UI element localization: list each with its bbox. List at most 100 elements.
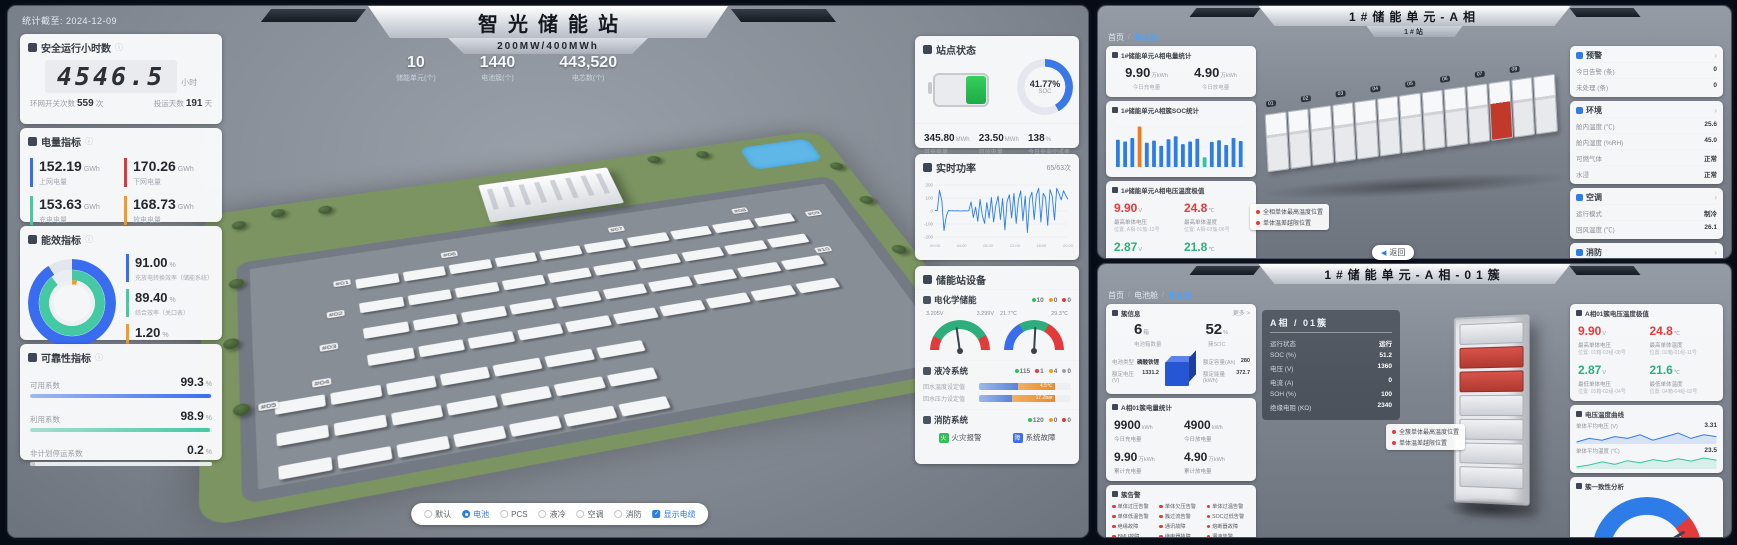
info-row-value: 45.0 xyxy=(1704,137,1717,147)
quad-location: 位置: 04箱-04组-02号 xyxy=(1650,388,1716,395)
cluster-big-values: 6箱电池箱数量52%簇SOC xyxy=(1112,318,1250,349)
metric-unit: GWh xyxy=(178,166,194,173)
battery-gauges: 3.205V 3.299V 21.7℃ 29.3℃ xyxy=(923,308,1071,357)
panel-icon xyxy=(1576,107,1583,114)
energy-value: 9900kWh今日充电量 xyxy=(1114,416,1178,443)
metric: 89.40%综合效率（关口表） xyxy=(126,289,213,317)
quad-label: 今日放电量 xyxy=(1184,435,1248,443)
title-wing-left xyxy=(261,9,366,22)
view-option-默认[interactable]: 默认 xyxy=(424,509,451,520)
info-icon[interactable]: ⓘ xyxy=(95,352,103,363)
info-row: 可燃气体正常 xyxy=(1576,149,1717,165)
container-segment xyxy=(1399,93,1423,154)
info-card-header[interactable]: 空调› xyxy=(1576,191,1717,204)
info-row-value: 25.6 xyxy=(1704,121,1717,131)
view-option-液冷[interactable]: 液冷 xyxy=(539,509,566,520)
metric-label: 充放电转换效率（储能系统） xyxy=(135,273,213,282)
view-option-消防[interactable]: 消防 xyxy=(615,509,642,520)
info-icon[interactable]: ⓘ xyxy=(85,234,93,245)
breadcrumb-item[interactable]: 首页 xyxy=(1108,32,1124,43)
dot-count: 0 xyxy=(1054,297,1058,304)
view-option-空调[interactable]: 空调 xyxy=(577,509,604,520)
cooling-icon xyxy=(923,367,931,375)
quad-value: 21.8 xyxy=(1184,240,1207,254)
curve-value: 3.31 xyxy=(1704,422,1717,430)
container-row-3d[interactable]: 0102030405060708 xyxy=(1264,86,1560,187)
legend-dot-icon xyxy=(1392,441,1396,445)
unit-info-cards: 预警›今日告警 (条)0未处理 (条)0环境›舱内温度 (℃)25.6舱内湿度 … xyxy=(1570,46,1723,258)
cluster-curves: 单体平均电压 (V)3.31单体平均温度 (℃)23.5 xyxy=(1576,422,1717,469)
show-cables-toggle[interactable]: ✓ 显示电缆 xyxy=(653,509,696,520)
alarm-item: 通讯故障 xyxy=(1159,523,1202,530)
unit-soc-title: 1#储能单元A相簇SOC统计 xyxy=(1121,105,1199,115)
radio-icon xyxy=(539,510,547,518)
alarm-dot-icon xyxy=(1112,525,1116,529)
title-wing-left xyxy=(1189,8,1260,17)
alarm-dot-icon xyxy=(1112,515,1116,519)
chart-icon xyxy=(1112,404,1118,410)
info-row: 今日告警 (条)0 xyxy=(1576,62,1717,78)
alarm-dot-icon xyxy=(1207,505,1211,509)
station-devices-card: 储能站设备 电化学储能 1000 3.205V 3.299V xyxy=(915,266,1079,464)
cluster-summary-title: A相 / 01簇 xyxy=(1270,316,1392,333)
metric-unit: % xyxy=(162,332,168,339)
view-option-PCS[interactable]: PCS xyxy=(500,509,527,520)
quad-label: 最低单体温度 xyxy=(1184,257,1248,258)
quad-unit: V xyxy=(1138,208,1142,214)
more-link[interactable]: 更多 > xyxy=(1233,308,1250,317)
status-dot: 0 xyxy=(1062,417,1071,424)
reliability-row: 非计划停运系数0.2 % xyxy=(30,441,212,466)
info-card: 消防›火灾报警正常系统故障正常控制模式自动 xyxy=(1570,243,1723,258)
energy-metrics-card: 电量指标 ⓘ 152.19GWh上网电量170.26GWh下网电量153.63G… xyxy=(20,128,222,222)
spec-row: 额定电压(V)1331.2 xyxy=(1112,370,1159,384)
reliability-label: 非计划停运系数 xyxy=(30,448,83,459)
alarm-dot-icon xyxy=(1159,525,1163,529)
view-option-电池[interactable]: 电池 xyxy=(462,509,489,520)
metric-label: 下网电量 xyxy=(133,177,212,187)
info-icon[interactable]: ⓘ xyxy=(85,136,93,147)
station-overview-panel: #01#02#03#04#05#06#07#08#09#10 智光储能站 200… xyxy=(8,6,1088,537)
dot-count: 10 xyxy=(1037,297,1044,304)
site-metric-unit: % xyxy=(1046,137,1051,143)
site-status-values: 345.80MWh可充电量23.50MWh可放电量138%今日充电完成率 xyxy=(915,123,1079,156)
battery-rack-3d[interactable] xyxy=(1454,314,1530,506)
breadcrumb-item[interactable]: 电池簇 xyxy=(1168,290,1192,301)
info-card-header[interactable]: 环境› xyxy=(1576,104,1717,117)
quad-label: 最低单体温度 xyxy=(1650,380,1716,388)
breadcrumb-separator: / xyxy=(1162,292,1164,299)
info-row: 舱内温度 (℃)25.6 xyxy=(1576,117,1717,133)
info-icon[interactable]: ⓘ xyxy=(115,42,123,53)
info-row: 未处理 (条)0 xyxy=(1576,78,1717,94)
reliability-card: 可靠性指标 ⓘ 可用系数99.3 %利用系数98.9 %非计划停运系数0.2 % xyxy=(20,344,222,460)
summary-row: 运行状态运行 xyxy=(1270,336,1392,350)
info-card-header[interactable]: 消防› xyxy=(1576,246,1717,258)
quad-label: 最低单体电压 xyxy=(1578,380,1644,388)
cluster-big-value: 52%簇SOC xyxy=(1205,321,1228,348)
dot-count: 4 xyxy=(1054,368,1058,375)
reliability-value: 98.9 xyxy=(180,409,203,423)
info-row-label: 回风温度 (℃) xyxy=(1576,224,1615,234)
breadcrumb-item[interactable]: 电池舱 xyxy=(1134,290,1158,301)
extreme-value: 21.6℃最低单体温度位置: 04箱-04组-02号 xyxy=(1650,361,1716,395)
site-metric: 23.50MWh可放电量 xyxy=(979,128,1019,156)
cluster-specs-left: 电池类型磷酸铁锂额定电压(V)1331.2 xyxy=(1112,358,1159,384)
breadcrumb-item[interactable]: 首页 xyxy=(1108,290,1124,301)
top-stat: 1440电池簇(个) xyxy=(480,54,516,83)
cell-temp-gauge: 21.7℃ 29.3℃ xyxy=(1000,311,1068,355)
metric-value: 168.73 xyxy=(133,196,176,212)
quad-location: 位置: 02箱-01组-11号 xyxy=(1650,349,1716,356)
cluster-energy-values: 9900kWh今日充电量4900kWh今日放电量9.90万kWh累计充电量4.9… xyxy=(1112,412,1250,477)
breadcrumb: 首页/电池舱/电池簇 xyxy=(1108,290,1192,301)
info-card-header[interactable]: 预警› xyxy=(1576,49,1717,62)
realtime-power-title: 实时功率 xyxy=(936,160,976,175)
quad-value: 9900 xyxy=(1114,418,1141,432)
back-button[interactable]: ◀ 返回 xyxy=(1372,245,1414,260)
quad-unit: ℃ xyxy=(1208,247,1214,253)
sparkline-chart xyxy=(1576,455,1717,469)
container-segment xyxy=(1466,83,1490,144)
check-icon xyxy=(28,353,37,362)
container-segment xyxy=(1421,89,1445,150)
breadcrumb-item[interactable]: 电池舱 xyxy=(1134,32,1158,43)
chevron-right-icon: › xyxy=(1714,106,1717,115)
status-dot: 0 xyxy=(1049,417,1058,424)
